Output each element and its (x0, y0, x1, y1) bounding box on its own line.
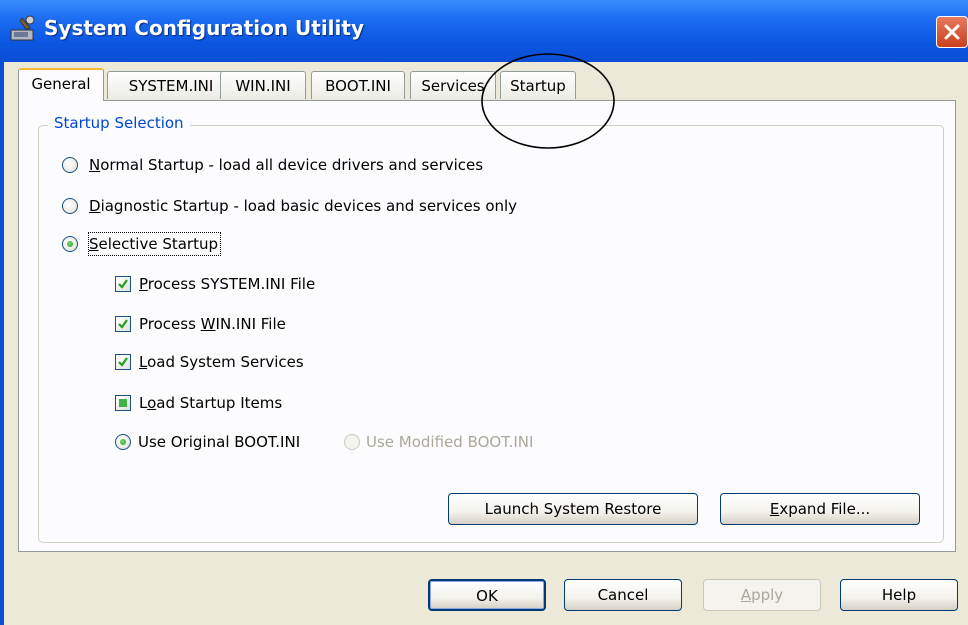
close-button[interactable] (936, 16, 968, 48)
load-startup-items-label: Load Startup Items (139, 394, 283, 412)
diagnostic-startup-radio[interactable] (62, 198, 78, 214)
indeterminate-mark (119, 399, 127, 407)
launch-system-restore-button[interactable]: Launch System Restore (448, 493, 698, 525)
process-system-ini-checkbox[interactable] (115, 276, 131, 292)
expand-file-button[interactable]: Expand File... (720, 493, 920, 525)
window-frame-left (0, 62, 4, 625)
cancel-button[interactable]: Cancel (564, 579, 682, 611)
process-win-ini-checkbox[interactable] (115, 316, 131, 332)
check-icon (118, 357, 128, 367)
load-system-services-label: Load System Services (139, 353, 304, 371)
ok-button[interactable]: OK (428, 579, 546, 611)
close-icon (944, 24, 960, 40)
annotation-ellipse (481, 53, 615, 149)
tab-system-ini[interactable]: SYSTEM.INI (107, 71, 235, 99)
load-startup-items-checkbox[interactable] (115, 395, 131, 411)
diagnostic-startup-label: Diagnostic Startup - load basic devices … (89, 197, 518, 215)
help-button[interactable]: Help (840, 579, 958, 611)
process-system-ini-label: Process SYSTEM.INI File (139, 275, 316, 293)
tab-general[interactable]: General (18, 68, 104, 101)
selective-startup-label: Selective Startup (88, 232, 221, 256)
check-icon (118, 279, 128, 289)
use-original-boot-ini-label: Use Original BOOT.INI (138, 433, 301, 451)
msconfig-app-icon (8, 14, 38, 44)
check-icon (118, 319, 128, 329)
load-system-services-checkbox[interactable] (115, 354, 131, 370)
tab-win-ini[interactable]: WIN.INI (220, 71, 306, 99)
normal-startup-radio[interactable] (62, 157, 78, 173)
tab-boot-ini[interactable]: BOOT.INI (311, 71, 405, 99)
use-modified-boot-ini-radio (344, 434, 360, 450)
use-modified-boot-ini-label: Use Modified BOOT.INI (366, 433, 534, 451)
window-title: System Configuration Utility (44, 16, 364, 40)
process-win-ini-label: Process WIN.INI File (139, 315, 286, 333)
system-configuration-window: System Configuration Utility General SYS… (0, 0, 968, 625)
selective-startup-radio[interactable] (62, 236, 78, 252)
apply-button: Apply (703, 579, 821, 611)
startup-selection-label: Startup Selection (48, 114, 190, 132)
normal-startup-label: Normal Startup - load all device drivers… (89, 156, 484, 174)
use-original-boot-ini-radio[interactable] (115, 434, 131, 450)
